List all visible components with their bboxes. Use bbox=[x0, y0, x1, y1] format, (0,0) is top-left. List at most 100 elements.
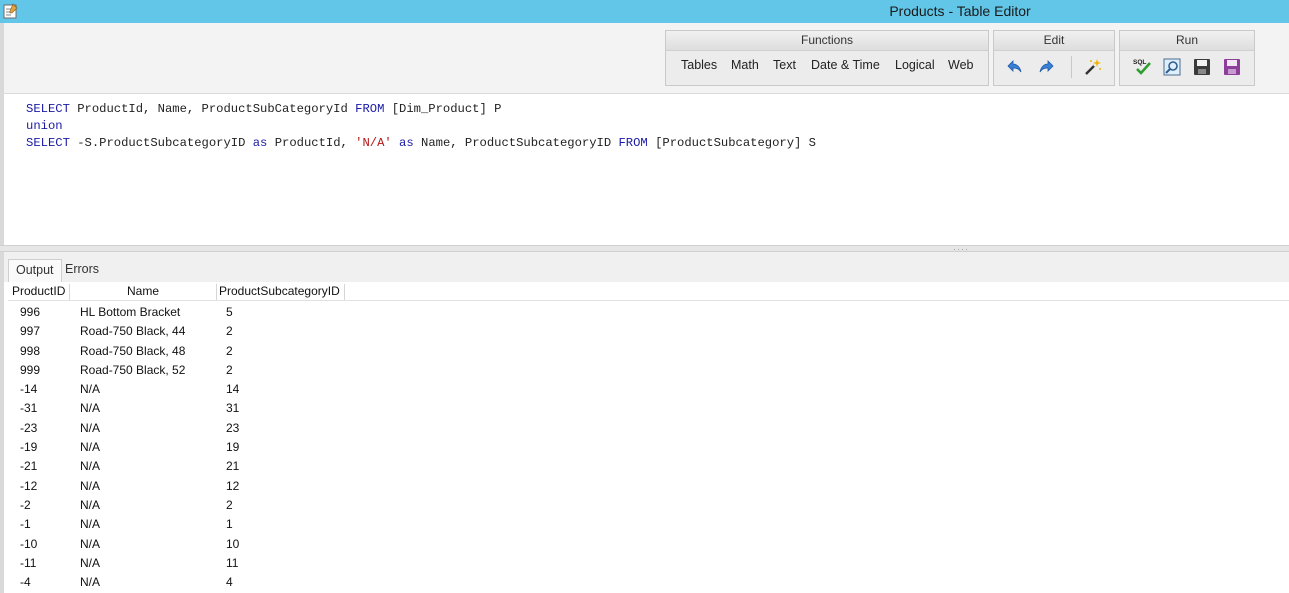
cell-subcategoryid: 19 bbox=[226, 440, 240, 455]
cell-productid: -10 bbox=[20, 536, 38, 551]
splitter-grip-icon[interactable]: ···· bbox=[953, 245, 969, 254]
undo-icon[interactable] bbox=[1005, 57, 1025, 77]
cell-name: N/A bbox=[80, 517, 101, 532]
table-row[interactable]: -1 N/A 1 bbox=[8, 516, 1289, 535]
results-grid-header: ProductID Name ProductSubcategoryID bbox=[8, 282, 1289, 301]
cell-productid: 998 bbox=[20, 343, 41, 358]
code-text: Name, ProductSubcategoryID bbox=[413, 136, 619, 150]
window-title: Products - Table Editor bbox=[889, 3, 1031, 19]
logical-button[interactable]: Logical bbox=[895, 58, 935, 72]
table-row[interactable]: -11 N/A 11 bbox=[8, 555, 1289, 574]
table-row[interactable]: -31 N/A 31 bbox=[8, 400, 1289, 419]
cell-name: N/A bbox=[80, 401, 101, 416]
redo-icon[interactable] bbox=[1036, 57, 1056, 77]
cell-subcategoryid: 11 bbox=[226, 555, 239, 570]
cell-subcategoryid: 2 bbox=[226, 343, 233, 358]
cell-subcategoryid: 5 bbox=[226, 305, 233, 319]
cell-productid: -31 bbox=[20, 401, 38, 416]
table-row[interactable]: -14 N/A 14 bbox=[8, 381, 1289, 400]
code-text: -S.ProductSubcategoryID bbox=[69, 136, 253, 150]
cell-subcategoryid: 10 bbox=[226, 536, 240, 551]
sql-check-icon[interactable]: SQL bbox=[1132, 57, 1152, 77]
code-text: ProductId, bbox=[267, 136, 356, 150]
cell-productid: -11 bbox=[20, 555, 37, 570]
cell-subcategoryid: 14 bbox=[226, 382, 240, 397]
cell-productid: -14 bbox=[20, 382, 38, 397]
table-row[interactable]: -21 N/A 21 bbox=[8, 458, 1289, 477]
cell-name: N/A bbox=[80, 536, 101, 551]
edit-separator bbox=[1071, 56, 1072, 78]
cell-name: N/A bbox=[80, 555, 101, 570]
keyword-from: FROM bbox=[618, 136, 648, 150]
tab-output[interactable]: Output bbox=[8, 259, 62, 282]
sql-line-3: SELECT -S.ProductSubcategoryID as Produc… bbox=[26, 136, 816, 150]
sql-line-2: union bbox=[26, 119, 63, 133]
cell-productid: -21 bbox=[20, 459, 38, 474]
cell-name: N/A bbox=[80, 420, 101, 435]
web-button[interactable]: Web bbox=[948, 58, 973, 72]
save-icon[interactable] bbox=[1192, 57, 1212, 77]
table-row[interactable]: 996 HL Bottom Bracket 5 bbox=[8, 304, 1289, 323]
code-text: [Dim_Product] P bbox=[384, 102, 502, 116]
code-text: [ProductSubcategory] S bbox=[647, 136, 816, 150]
table-row[interactable]: 999 Road-750 Black, 52 2 bbox=[8, 362, 1289, 381]
string-literal: 'N/A' bbox=[355, 136, 392, 150]
table-row[interactable]: -12 N/A 12 bbox=[8, 478, 1289, 497]
title-bar: Products - Table Editor bbox=[0, 0, 1289, 23]
run-group: Run SQL bbox=[1119, 30, 1255, 86]
text-button[interactable]: Text bbox=[773, 58, 796, 72]
keyword-from: FROM bbox=[355, 102, 385, 116]
table-row[interactable]: -23 N/A 23 bbox=[8, 420, 1289, 439]
functions-group-label: Functions bbox=[666, 31, 988, 51]
edit-group: Edit bbox=[993, 30, 1115, 86]
cell-subcategoryid: 2 bbox=[226, 324, 233, 339]
cell-subcategoryid: 1 bbox=[226, 517, 233, 532]
cell-name: N/A bbox=[80, 478, 101, 493]
cell-subcategoryid: 21 bbox=[226, 459, 240, 474]
table-row[interactable]: -19 N/A 19 bbox=[8, 439, 1289, 458]
tables-button[interactable]: Tables bbox=[681, 58, 717, 72]
keyword-as: as bbox=[252, 136, 268, 150]
table-row[interactable]: 997 Road-750 Black, 44 2 bbox=[8, 323, 1289, 342]
cell-productid: 996 bbox=[20, 305, 41, 319]
date-time-button[interactable]: Date & Time bbox=[811, 58, 880, 72]
run-group-label: Run bbox=[1120, 31, 1254, 51]
ribbon-toolbar: Functions Tables Math Text Date & Time L… bbox=[0, 23, 1289, 93]
cell-productid: -4 bbox=[20, 575, 31, 590]
cell-productid: -23 bbox=[20, 420, 38, 435]
results-pane: Output Errors ProductID Name ProductSubc… bbox=[0, 252, 1289, 593]
cell-name: N/A bbox=[80, 382, 101, 397]
column-header-productsubcategoryid[interactable]: ProductSubcategoryID bbox=[217, 284, 345, 300]
pane-splitter[interactable]: ···· bbox=[0, 245, 1289, 254]
cell-subcategoryid: 4 bbox=[226, 575, 233, 590]
sql-line-1: SELECT ProductId, Name, ProductSubCatego… bbox=[26, 102, 501, 116]
save-as-icon[interactable] bbox=[1222, 57, 1242, 77]
sql-editor[interactable]: SELECT ProductId, Name, ProductSubCatego… bbox=[0, 93, 1289, 245]
column-header-productid[interactable]: ProductID bbox=[12, 284, 70, 300]
results-grid-body: 996 HL Bottom Bracket 5 997 Road-750 Black,… bbox=[8, 304, 1289, 593]
app-icon[interactable] bbox=[3, 3, 18, 19]
sql-code[interactable]: SELECT ProductId, Name, ProductSubCatego… bbox=[26, 101, 816, 152]
cell-name: N/A bbox=[80, 440, 101, 455]
cell-productid: -12 bbox=[20, 478, 38, 493]
functions-group: Functions Tables Math Text Date & Time L… bbox=[665, 30, 989, 86]
preview-icon[interactable] bbox=[1162, 57, 1182, 77]
column-header-name[interactable]: Name bbox=[70, 284, 217, 300]
cell-subcategoryid: 23 bbox=[226, 420, 240, 435]
table-row[interactable]: 998 Road-750 Black, 48 2 bbox=[8, 343, 1289, 362]
sql-icon-text: SQL bbox=[1133, 59, 1146, 66]
keyword-select: SELECT bbox=[26, 102, 70, 116]
cell-productid: 999 bbox=[20, 362, 41, 377]
tab-errors[interactable]: Errors bbox=[58, 259, 106, 282]
code-text: ProductId, Name, ProductSubCategoryId bbox=[69, 102, 356, 116]
table-row[interactable]: -10 N/A 10 bbox=[8, 536, 1289, 555]
keyword-union: union bbox=[26, 119, 63, 133]
magic-wand-icon[interactable] bbox=[1082, 57, 1102, 77]
cell-productid: 997 bbox=[20, 324, 41, 339]
table-row[interactable]: -4 N/A 4 bbox=[8, 574, 1289, 593]
results-tabs: Output Errors bbox=[4, 252, 1289, 282]
math-button[interactable]: Math bbox=[731, 58, 759, 72]
table-row[interactable]: -2 N/A 2 bbox=[8, 497, 1289, 516]
cell-name: HL Bottom Bracket bbox=[80, 305, 181, 319]
